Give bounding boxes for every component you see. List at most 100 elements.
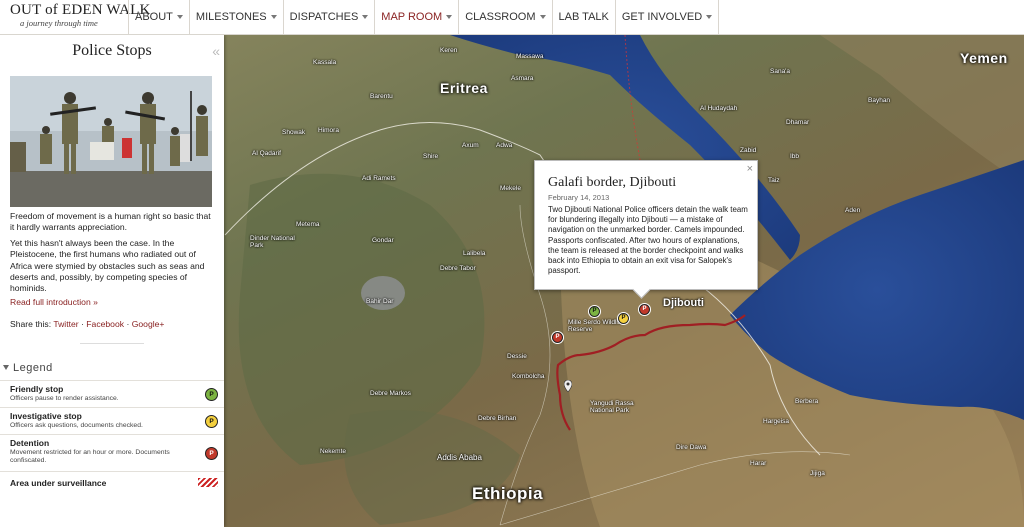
nav-map-room-label: MAP ROOM — [381, 11, 443, 23]
legend-item-detention: Detention Movement restricted for an hou… — [0, 434, 224, 471]
nav-classroom-label: CLASSROOM — [465, 11, 536, 23]
intro-paragraph-1: Freedom of movement is a human right so … — [10, 211, 211, 233]
stop-marker-detention[interactable]: P — [551, 331, 564, 344]
intro-paragraph-2: Yet this hasn't always been the case. In… — [10, 238, 205, 294]
legend-label: Investigative stop — [10, 411, 82, 421]
read-full-introduction-link[interactable]: Read full introduction » — [10, 297, 216, 308]
place-label: Nekemte — [320, 448, 347, 455]
stop-info-popup: × Galafi border, Djibouti February 14, 2… — [534, 160, 758, 299]
country-label-djibouti: Djibouti — [663, 297, 704, 309]
share-google-link[interactable]: Google+ — [132, 319, 165, 329]
share-twitter-link[interactable]: Twitter — [53, 319, 78, 329]
share-facebook-link[interactable]: Facebook — [86, 319, 124, 329]
share-separator: · — [81, 319, 84, 329]
police-stop-icon: P — [552, 332, 563, 343]
place-label: Adwa — [496, 142, 513, 149]
share-separator: · — [126, 319, 130, 329]
legend-item-investigative-stop: Investigative stop Officers ask question… — [0, 407, 224, 434]
sidebar-panel: Police Stops « Freedom of movement is a … — [0, 35, 224, 527]
place-label: Dinder National Park — [250, 235, 295, 249]
place-label: Debre Tabor — [440, 265, 476, 272]
place-label: Hargeisa — [763, 418, 790, 425]
nav-about[interactable]: ABOUT — [128, 0, 189, 34]
nav-classroom[interactable]: CLASSROOM — [458, 0, 551, 34]
place-label: Berbera — [795, 398, 819, 405]
surveillance-stripes-icon — [198, 478, 218, 487]
place-label: Yangudi Rassa National Park — [590, 400, 634, 414]
place-label: Al Qadarif — [252, 150, 281, 157]
stop-marker-detention-galafi[interactable]: P — [638, 303, 651, 316]
popup-date: February 14, 2013 — [548, 193, 610, 202]
place-label: Dhamar — [786, 119, 810, 126]
stop-marker-investigative[interactable]: P — [617, 312, 630, 325]
nav-get-involved-label: GET INVOLVED — [621, 11, 703, 23]
nav-lab-talk[interactable]: LAB TALK — [551, 0, 615, 34]
chevron-down-icon — [706, 15, 713, 19]
chevron-down-icon — [539, 15, 546, 19]
divider — [80, 343, 144, 344]
place-label: Taiz — [768, 177, 780, 184]
place-label: Bayhan — [868, 97, 891, 104]
chevron-down-icon — [362, 15, 369, 19]
logo-title: OUT of EDEN WALK — [10, 2, 151, 18]
place-label: Ibb — [790, 153, 800, 160]
nav-milestones[interactable]: MILESTONES — [188, 0, 283, 34]
place-label: Mekele — [500, 185, 521, 192]
place-label: Kassala — [313, 59, 337, 66]
nav-about-label: ABOUT — [135, 11, 173, 23]
share-row: Share this: Twitter · Facebook · Google+ — [10, 319, 216, 330]
legend-description: Movement restricted for an hour or more.… — [10, 449, 170, 464]
place-label: Addis Ababa — [437, 453, 482, 462]
nav-lab-talk-label: LAB TALK — [558, 11, 609, 23]
legend-title: Legend — [13, 362, 53, 374]
top-navigation-bar: OUT of EDEN WALK a journey through time … — [0, 0, 1024, 35]
chevron-down-icon — [270, 15, 277, 19]
nav-milestones-label: MILESTONES — [195, 11, 267, 23]
place-label: Himora — [318, 127, 339, 134]
place-label: Kombolcha — [512, 373, 545, 380]
chevron-down-icon — [176, 15, 183, 19]
legend-label: Friendly stop — [10, 384, 64, 394]
place-label: Barentu — [370, 93, 393, 100]
legend-item-surveillance-area: Area under surveillance — [0, 471, 224, 498]
stop-marker-friendly[interactable]: P — [588, 305, 601, 318]
legend-label: Area under surveillance — [10, 478, 107, 488]
site-logo[interactable]: OUT of EDEN WALK a journey through time — [10, 2, 151, 32]
place-label: Zabid — [740, 147, 757, 154]
place-label: Al Hudaydah — [700, 105, 738, 112]
logo-tagline: a journey through time — [20, 18, 98, 28]
triangle-down-icon — [3, 365, 9, 370]
nav-dispatches-label: DISPATCHES — [289, 11, 359, 23]
friendly-stop-icon: P — [205, 388, 218, 401]
place-label: Shire — [423, 153, 439, 160]
place-label: Axum — [462, 142, 479, 149]
place-label: Bahir Dar — [366, 298, 394, 305]
legend-item-friendly-stop: Friendly stop Officers pause to render a… — [0, 380, 224, 407]
legend-description: Officers pause to render assistance. — [10, 395, 119, 402]
nav-get-involved[interactable]: GET INVOLVED — [614, 0, 720, 34]
nav-map-room[interactable]: MAP ROOM — [374, 0, 458, 34]
country-label-ethiopia: Ethiopia — [472, 484, 544, 503]
popup-title: Galafi border, Djibouti — [548, 175, 677, 190]
main-menu: ABOUT MILESTONES DISPATCHES MAP ROOM CLA… — [128, 0, 720, 34]
place-label: Dessie — [507, 353, 527, 360]
country-label-eritrea: Eritrea — [440, 80, 488, 96]
place-label: Debre Birhan — [478, 415, 517, 422]
legend-description: Officers ask questions, documents checke… — [10, 422, 143, 429]
detention-icon: P — [205, 447, 218, 460]
legend-toggle[interactable]: Legend — [0, 362, 224, 374]
country-label-yemen: Yemen — [960, 50, 1008, 66]
police-stop-icon: P — [639, 304, 650, 315]
place-label: Asmara — [511, 75, 534, 82]
police-stop-icon: P — [618, 313, 629, 324]
place-label: Lalibela — [463, 250, 486, 257]
collapse-sidebar-icon[interactable]: « — [212, 43, 220, 59]
location-pin-icon[interactable] — [564, 380, 572, 392]
place-label: Sana'a — [770, 68, 791, 75]
police-stops-photo — [10, 76, 212, 207]
place-label: Gondar — [372, 237, 394, 244]
place-label: Aden — [845, 207, 861, 214]
nav-dispatches[interactable]: DISPATCHES — [282, 0, 375, 34]
share-label: Share this: — [10, 319, 52, 329]
close-icon[interactable]: × — [747, 163, 753, 175]
